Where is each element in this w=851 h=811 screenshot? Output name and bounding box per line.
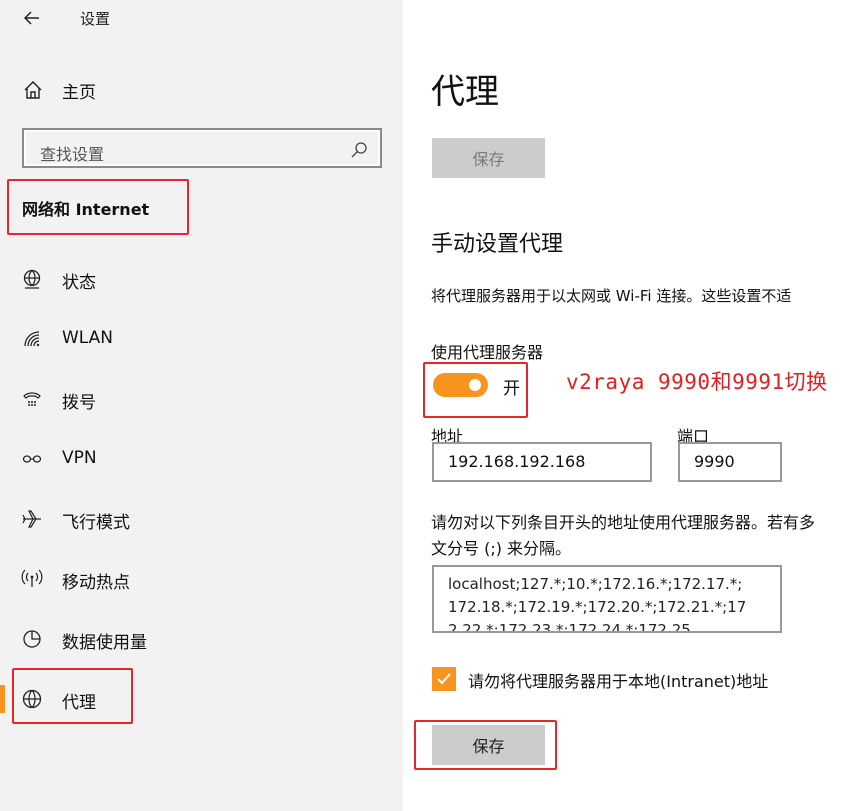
globe-icon bbox=[20, 687, 44, 711]
search-icon[interactable] bbox=[350, 141, 368, 159]
port-field[interactable]: 9990 bbox=[678, 442, 782, 482]
sidebar-item-hotspot[interactable]: 移动热点 bbox=[0, 557, 403, 601]
sidebar-item-airplane[interactable]: 飞行模式 bbox=[0, 497, 403, 541]
sidebar-item-status[interactable]: 状态 bbox=[0, 257, 403, 301]
sidebar-item-label: 代理 bbox=[62, 693, 96, 713]
sidebar-item-label: VPN bbox=[62, 448, 97, 468]
hotspot-icon bbox=[20, 567, 44, 591]
sidebar-item-home[interactable]: 主页 bbox=[0, 68, 403, 112]
use-proxy-toggle[interactable] bbox=[433, 373, 488, 397]
toggle-knob bbox=[469, 379, 481, 391]
toggle-state-text: 开 bbox=[503, 379, 520, 399]
section-title: 网络和 Internet bbox=[22, 200, 150, 219]
sidebar-item-label: 移动热点 bbox=[62, 573, 130, 593]
exceptions-value: localhost;127.*;10.*;172.16.*;172.17.*;1… bbox=[448, 575, 747, 633]
handwritten-annotation: v2raya 9990和9991切换 bbox=[566, 370, 828, 394]
sidebar-item-label: 拨号 bbox=[62, 393, 96, 413]
checkmark-icon bbox=[437, 673, 451, 685]
save-button-top[interactable]: 保存 bbox=[432, 138, 545, 178]
airplane-icon bbox=[20, 507, 44, 531]
exceptions-description: 请勿对以下列条目开头的地址使用代理服务器。若有多 文分号 (;) 来分隔。 bbox=[431, 510, 815, 562]
page-title: 代理 bbox=[431, 72, 499, 112]
window-title: 设置 bbox=[80, 10, 111, 28]
data-usage-icon bbox=[20, 627, 44, 651]
sidebar-item-label: WLAN bbox=[62, 328, 114, 348]
sidebar-item-wlan[interactable]: WLAN bbox=[0, 317, 403, 361]
manual-proxy-heading: 手动设置代理 bbox=[431, 232, 564, 257]
sidebar-item-data-usage[interactable]: 数据使用量 bbox=[0, 617, 403, 661]
use-proxy-label: 使用代理服务器 bbox=[431, 343, 544, 362]
back-arrow-icon[interactable] bbox=[18, 6, 46, 30]
sidebar-item-proxy[interactable]: 代理 bbox=[0, 677, 403, 721]
sidebar-item-label: 主页 bbox=[62, 82, 96, 103]
manual-proxy-description: 将代理服务器用于以太网或 Wi-Fi 连接。这些设置不适 bbox=[431, 287, 792, 305]
sidebar-item-label: 状态 bbox=[62, 273, 96, 293]
save-button[interactable]: 保存 bbox=[432, 725, 545, 765]
port-value: 9990 bbox=[694, 452, 735, 471]
globe-status-icon bbox=[20, 267, 44, 291]
sidebar-item-vpn[interactable]: VPN bbox=[0, 437, 403, 481]
sidebar-item-label: 数据使用量 bbox=[62, 633, 147, 653]
bypass-local-label: 请勿将代理服务器用于本地(Intranet)地址 bbox=[468, 672, 769, 691]
exceptions-textarea[interactable]: localhost;127.*;10.*;172.16.*;172.17.*;1… bbox=[432, 565, 782, 633]
search-placeholder: 查找设置 bbox=[40, 145, 105, 164]
exceptions-line-2: 文分号 (;) 来分隔。 bbox=[431, 539, 572, 558]
sidebar-item-label: 飞行模式 bbox=[62, 513, 130, 533]
vpn-icon bbox=[20, 447, 44, 471]
sidebar: 设置 主页 查找设置 网络和 Internet 状态 WLAN 拨号 VPN 飞… bbox=[0, 0, 403, 811]
sidebar-item-dialup[interactable]: 拨号 bbox=[0, 377, 403, 421]
address-field[interactable]: 192.168.192.168 bbox=[432, 442, 652, 482]
search-input[interactable]: 查找设置 bbox=[22, 128, 382, 168]
exceptions-line-1: 请勿对以下列条目开头的地址使用代理服务器。若有多 bbox=[431, 513, 816, 532]
main-panel: 代理 保存 手动设置代理 将代理服务器用于以太网或 Wi-Fi 连接。这些设置不… bbox=[403, 0, 851, 811]
wifi-icon bbox=[20, 327, 44, 351]
bypass-local-checkbox[interactable] bbox=[432, 667, 456, 691]
home-icon bbox=[22, 79, 44, 101]
address-value: 192.168.192.168 bbox=[448, 452, 586, 471]
dialup-icon bbox=[20, 387, 44, 411]
active-indicator bbox=[0, 685, 5, 713]
